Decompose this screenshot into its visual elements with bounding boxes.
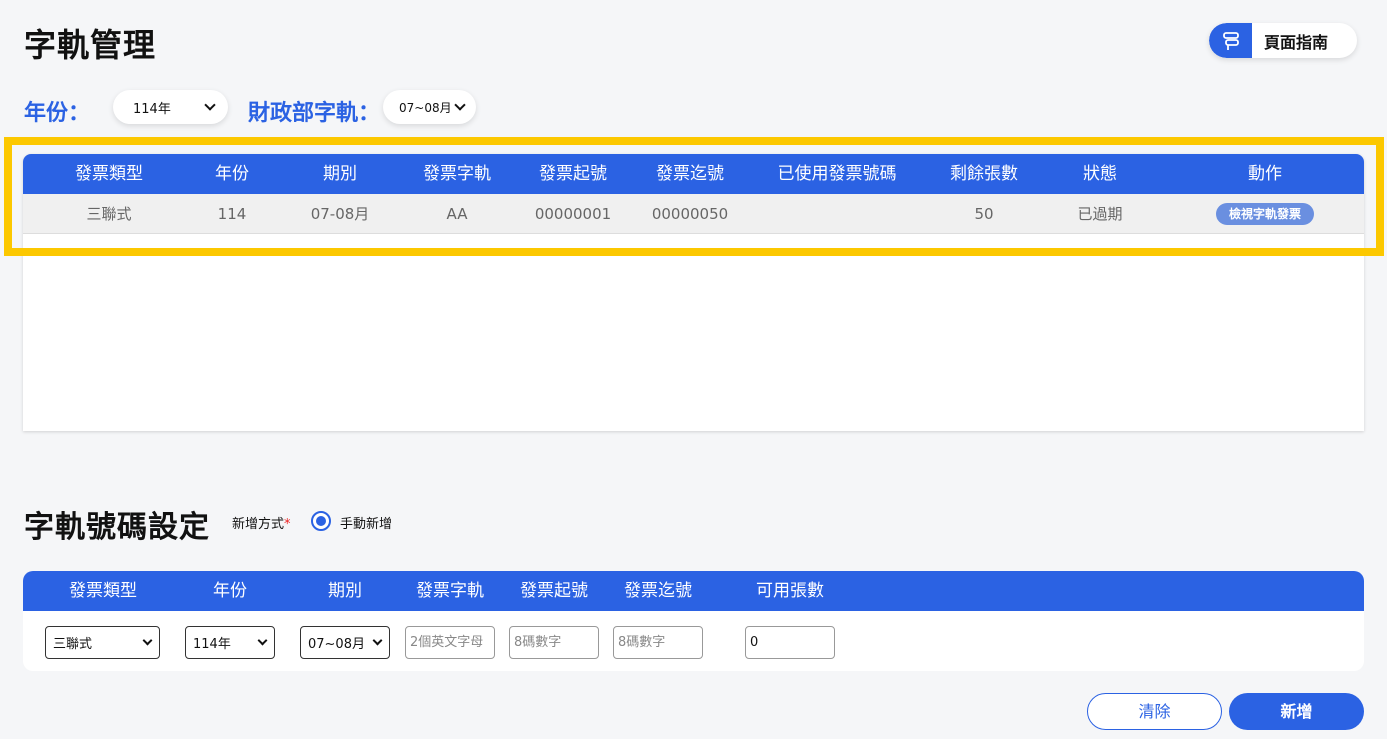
year-filter-select[interactable]: 114年 [113,90,228,124]
column-header: 狀態 [1083,164,1117,184]
year-value: 114年 [193,637,231,652]
required-mark: * [284,517,291,532]
track-input[interactable] [405,626,495,659]
cell-used-numbers [763,194,911,234]
manual-add-label[interactable]: 手動新增 [340,513,392,532]
chevron-down-icon [204,99,216,111]
column-header: 期別 [328,581,362,601]
column-header: 發票迄號 [656,164,724,184]
cell-end-number: 00000050 [651,205,729,223]
cell-remaining: 50 [974,205,994,223]
column-header: 發票類型 [75,164,143,184]
chevron-down-icon [454,99,466,111]
column-header: 期別 [323,164,357,184]
chevron-down-icon [142,635,153,646]
add-method-label: 新增方式* [232,513,291,532]
add-button[interactable]: 新增 [1229,693,1364,730]
page-guide-label: 頁面指南 [1264,32,1329,52]
guide-icon [1209,23,1252,58]
year-filter-value: 114年 [133,101,171,117]
cell-track: AA [446,205,468,223]
invoice-type-select[interactable]: 三聯式 [45,626,160,659]
available-count-input[interactable] [745,626,835,659]
track-filter-value: 07~08月 [399,100,452,115]
year-filter-label: 年份： [24,101,91,126]
column-header: 動作 [1248,164,1282,184]
column-header: 發票字軌 [423,164,491,184]
chevron-down-icon [372,635,383,646]
year-select[interactable]: 114年 [185,626,275,659]
column-header: 年份 [213,581,247,601]
manual-add-radio[interactable] [311,511,331,531]
radio-dot [316,516,326,526]
column-header: 剩餘張數 [950,164,1018,184]
track-table-header: 發票類型 年份 期別 發票字軌 發票起號 發票迄號 已使用發票號碼 剩餘張數 狀… [23,154,1364,194]
start-number-input[interactable] [509,626,599,659]
status-badge: 已過期 [1077,205,1123,223]
column-header: 發票字軌 [416,581,484,601]
table-row: 三聯式 114 07-08月 AA 00000001 00000050 50 已… [23,194,1364,234]
period-value: 07~08月 [308,637,365,652]
cell-year: 114 [217,205,247,223]
column-header: 發票迄號 [624,581,692,601]
clear-button[interactable]: 清除 [1087,693,1222,730]
column-header: 可用張數 [756,581,824,601]
column-header: 年份 [215,164,249,184]
period-select[interactable]: 07~08月 [300,626,390,659]
page-title: 字軌管理 [24,26,157,64]
view-track-invoices-button[interactable]: 檢視字軌發票 [1216,203,1314,225]
end-number-input[interactable] [613,626,703,659]
column-header: 發票類型 [69,581,137,601]
invoice-type-value: 三聯式 [53,637,93,652]
track-filter-select[interactable]: 07~08月 [383,90,476,124]
column-header: 已使用發票號碼 [777,164,897,184]
add-method-text: 新增方式 [232,517,285,532]
column-header: 發票起號 [520,581,588,601]
section-title: 字軌號碼設定 [24,510,210,545]
cell-type: 三聯式 [86,205,132,223]
chevron-down-icon [257,635,268,646]
page-guide-button[interactable]: 頁面指南 [1209,23,1357,58]
cell-period: 07-08月 [310,205,370,223]
cell-start-number: 00000001 [534,205,612,223]
column-header: 發票起號 [539,164,607,184]
settings-form-header: 發票類型 年份 期別 發票字軌 發票起號 發票迄號 可用張數 [23,571,1364,611]
track-filter-label: 財政部字軌： [248,101,381,126]
